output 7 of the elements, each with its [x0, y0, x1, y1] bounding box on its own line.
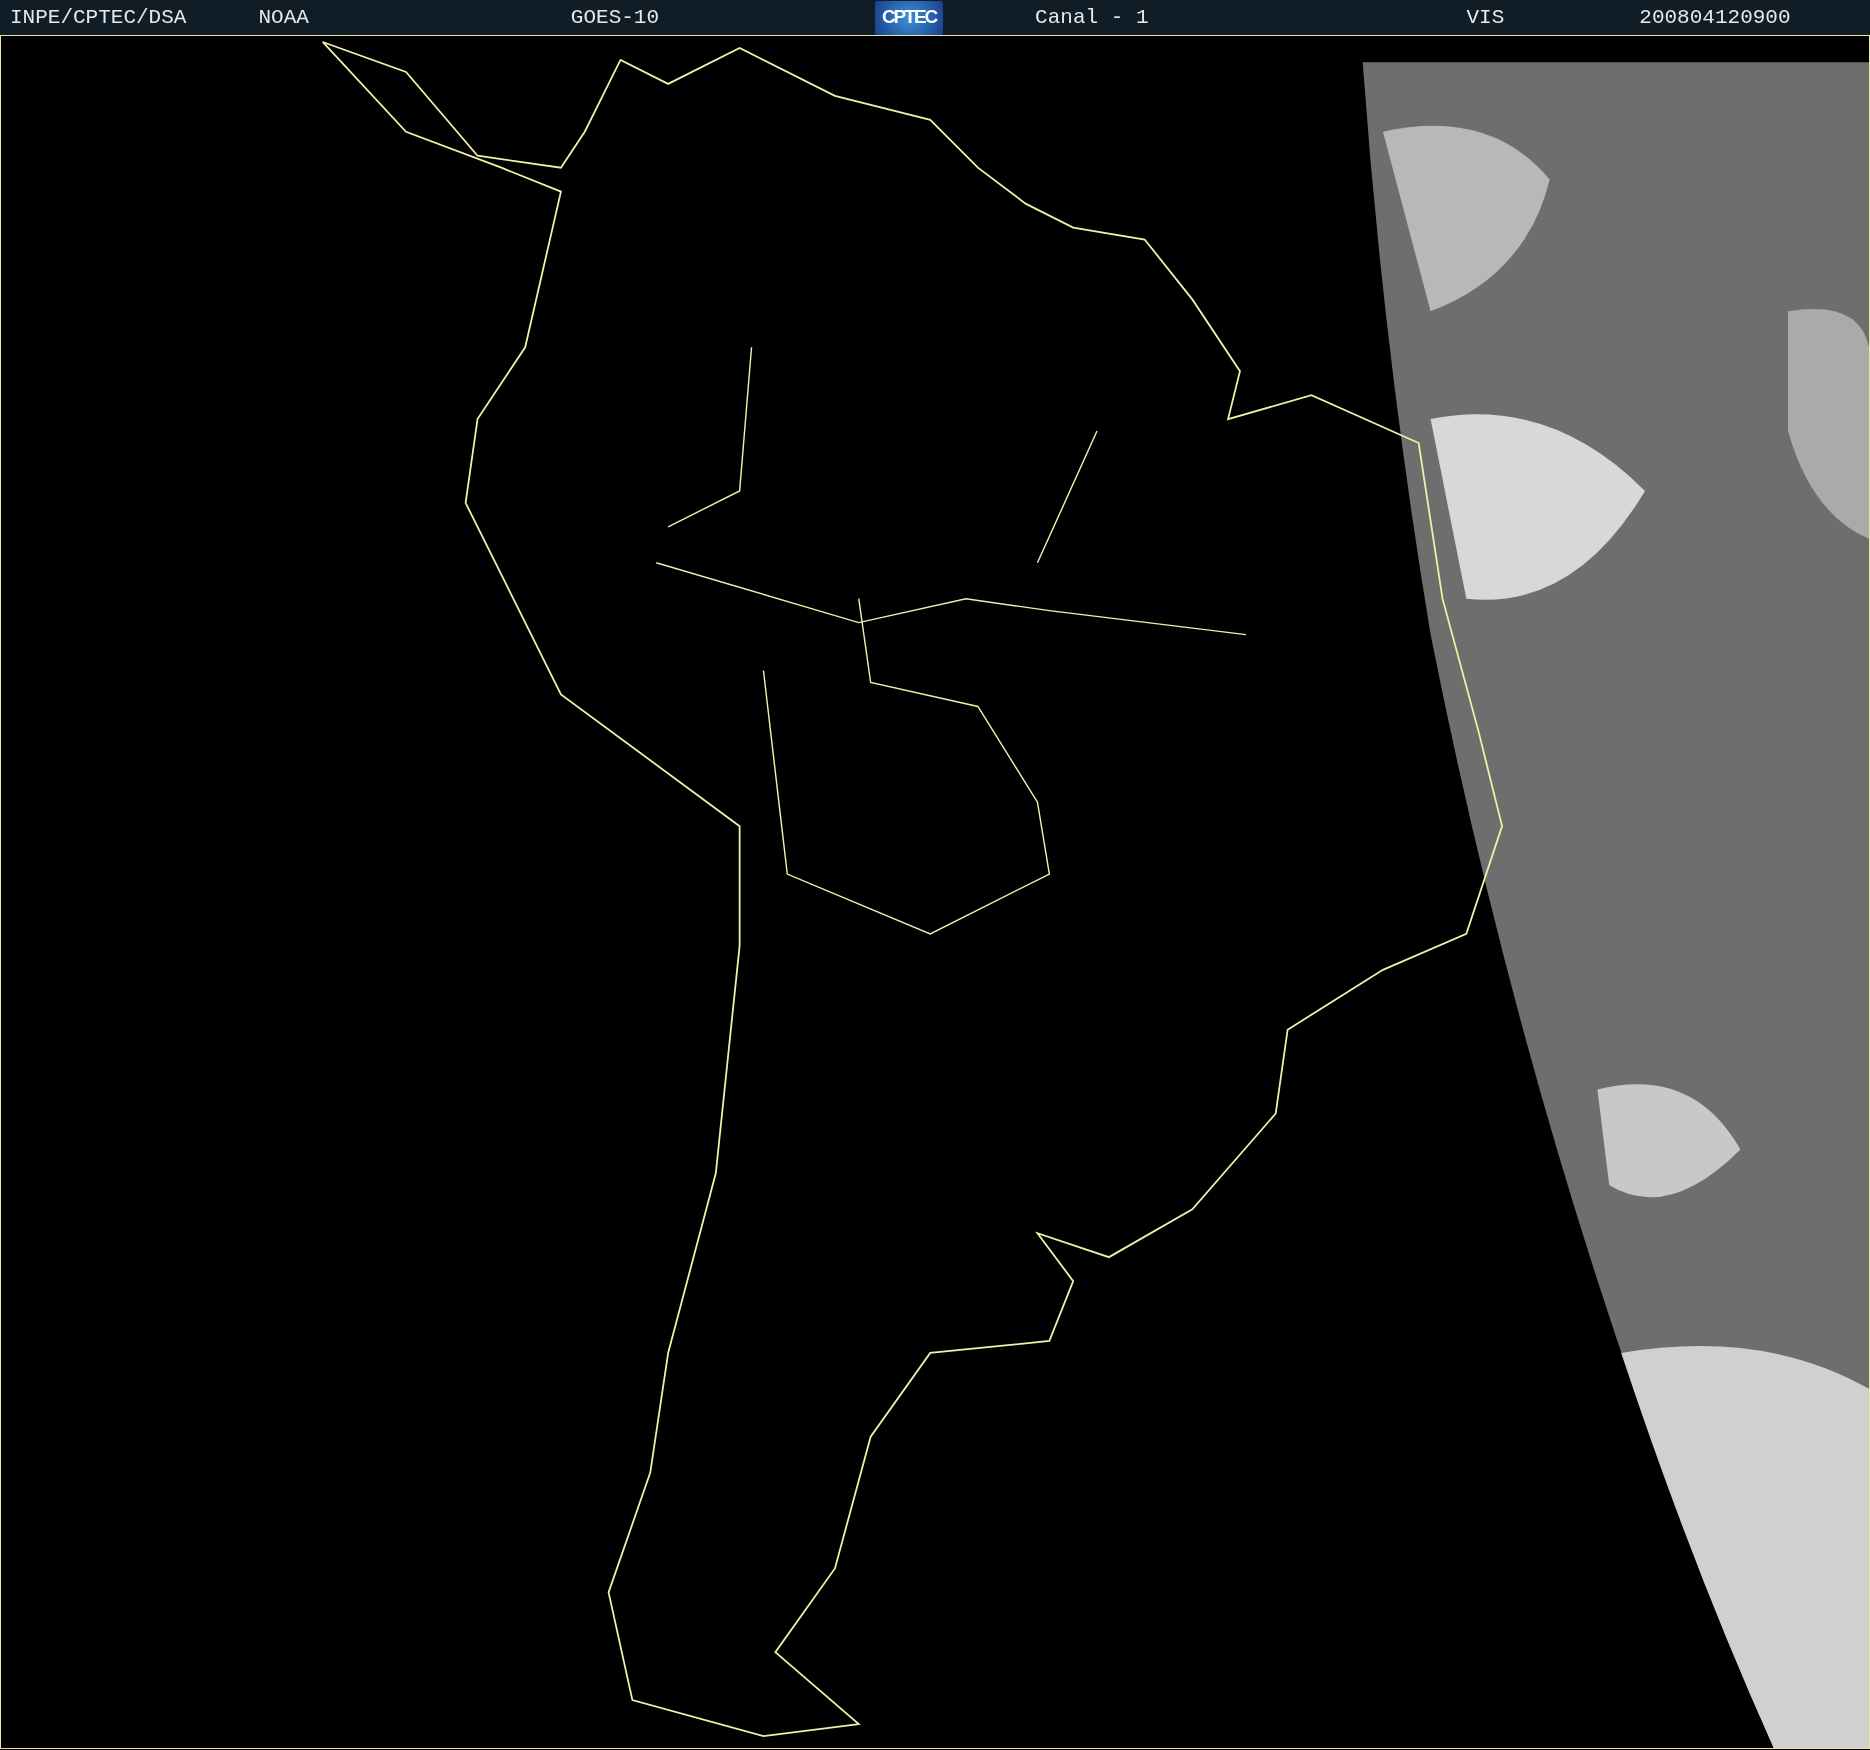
header-label: INPE/CPTEC/DSA — [10, 4, 187, 31]
header-label: VIS — [1466, 4, 1505, 31]
header-label: NOAA — [258, 4, 309, 31]
header-label: GOES-10 — [570, 4, 660, 31]
logo: CPTEC — [875, 0, 944, 35]
header-label: Canal - 1 — [1035, 4, 1149, 31]
header-label: 200804120900 — [1639, 4, 1791, 31]
